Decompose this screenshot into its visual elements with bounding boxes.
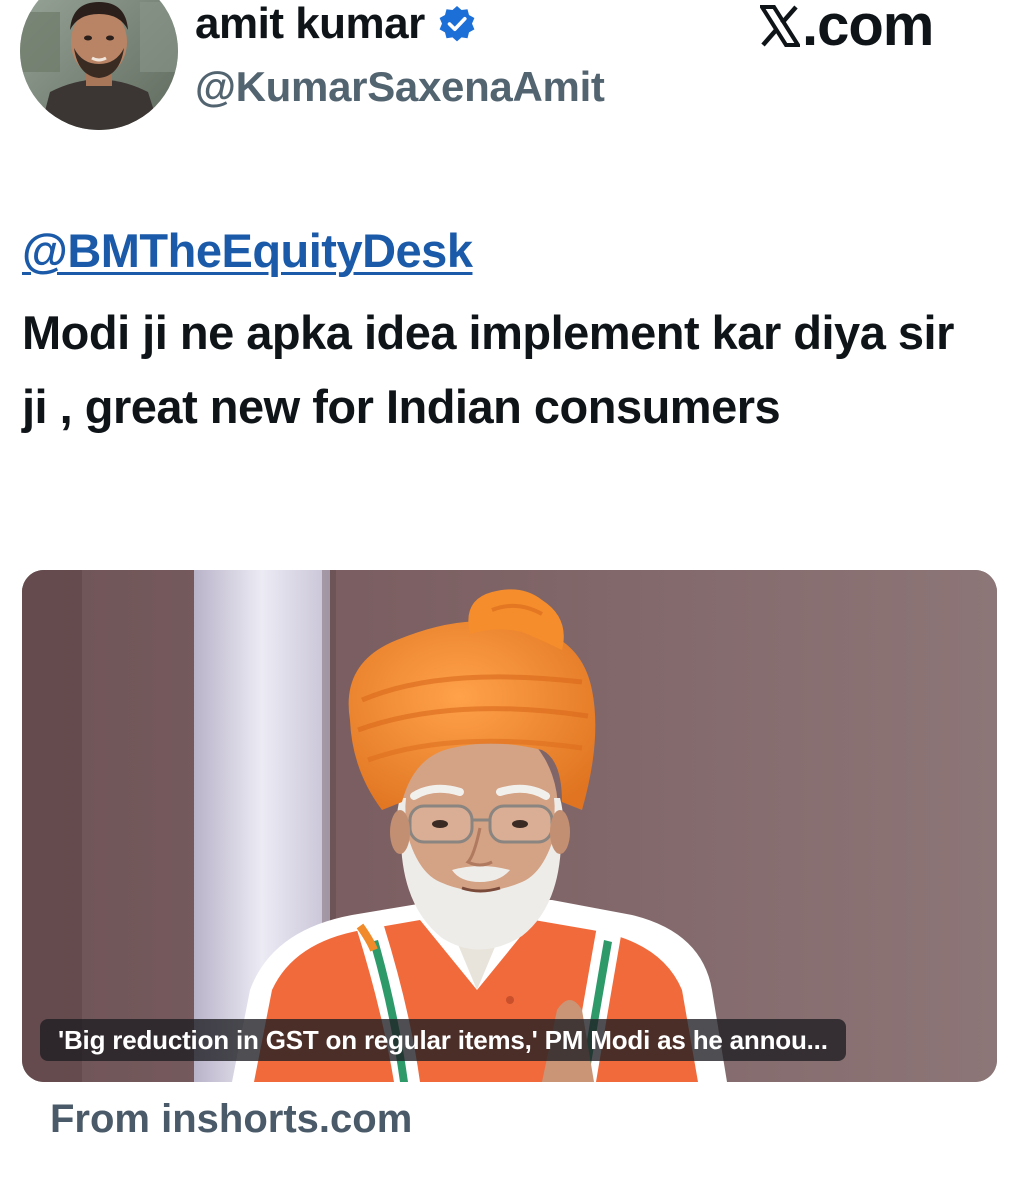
author-name-text: amit kumar xyxy=(195,0,425,48)
x-brand-logo: .com xyxy=(758,0,934,58)
news-media-card[interactable]: 'Big reduction in GST on regular items,'… xyxy=(22,570,997,1082)
verified-badge-icon xyxy=(437,4,477,44)
author-handle[interactable]: @KumarSaxenaAmit xyxy=(195,62,605,112)
avatar[interactable] xyxy=(20,0,178,130)
x-logo-icon xyxy=(758,0,802,47)
source-link[interactable]: From inshorts.com xyxy=(50,1094,412,1144)
mention-link[interactable]: @BMTheEquityDesk xyxy=(22,222,473,280)
author-display-name[interactable]: amit kumar xyxy=(195,0,477,50)
media-caption: 'Big reduction in GST on regular items,'… xyxy=(40,1019,846,1061)
brand-domain-text: .com xyxy=(802,0,934,58)
news-photo xyxy=(22,570,997,1082)
tweet-text: Modi ji ne apka idea implement kar diya … xyxy=(22,306,954,433)
profile-photo xyxy=(20,0,178,130)
